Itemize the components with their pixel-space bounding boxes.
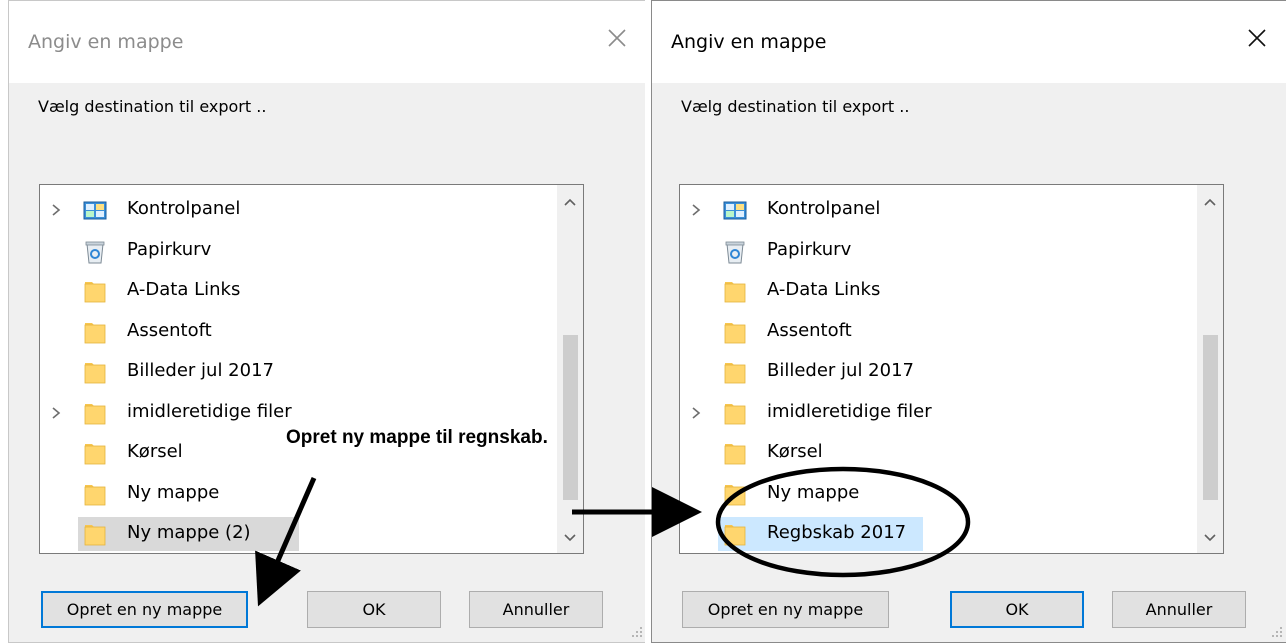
folder-icon <box>722 279 748 305</box>
tree-item-label: Regbskab 2017 <box>767 522 907 543</box>
tree-item-label: A-Data Links <box>767 279 881 300</box>
annotation-text: Opret ny mappe til regnskab. <box>286 427 548 448</box>
tree-item[interactable]: Kontrolpanel <box>40 190 557 231</box>
tree-item-label: Kørsel <box>127 441 183 462</box>
scroll-up-icon[interactable] <box>564 197 576 207</box>
resize-grip-icon[interactable] <box>629 624 643 638</box>
tree-item-label: imidleretidige filer <box>767 400 932 422</box>
tree-item-label: Kørsel <box>767 441 823 462</box>
ok-button[interactable]: OK <box>307 591 441 628</box>
ok-button[interactable]: OK <box>950 591 1084 628</box>
scrollbar-thumb[interactable] <box>563 335 578 500</box>
chevron-right-icon[interactable] <box>690 406 702 420</box>
tree-item-label: Assentoft <box>767 319 852 341</box>
tree-item-label: Ny mappe <box>127 481 220 503</box>
scroll-down-icon[interactable] <box>564 533 576 543</box>
tree-item[interactable]: Ny mappe <box>40 474 557 515</box>
tree-item-label: Papirkurv <box>767 238 852 260</box>
folder-tree[interactable]: Kontrolpanel Papirkurv A-Data Links Assento… <box>679 184 1224 554</box>
tree-item-label: Kontrolpanel <box>767 198 881 219</box>
folder-icon <box>82 320 108 346</box>
tree-item[interactable]: Ny mappe (2) <box>40 514 557 553</box>
tree-item[interactable]: Billeder jul 2017 <box>40 352 557 393</box>
vertical-scrollbar[interactable] <box>1197 185 1223 553</box>
folder-icon <box>722 482 748 508</box>
tree-item[interactable]: Papirkurv <box>40 231 557 272</box>
cancel-button[interactable]: Annuller <box>469 591 603 628</box>
vertical-scrollbar[interactable] <box>557 185 583 553</box>
tree-item[interactable]: Assentoft <box>40 312 557 353</box>
folder-icon <box>722 360 748 386</box>
scroll-down-icon[interactable] <box>1204 533 1216 543</box>
tree-item[interactable]: imidleretidige filer <box>680 393 1197 434</box>
folder-icon <box>82 522 108 548</box>
chevron-right-icon[interactable] <box>50 406 62 420</box>
title-bar: Angiv en mappe <box>9 1 645 83</box>
close-icon[interactable] <box>1245 26 1269 50</box>
folder-icon <box>82 360 108 386</box>
cancel-button[interactable]: Annuller <box>1112 591 1246 628</box>
folder-dialog-left: Angiv en mappe Vælg destination til expo… <box>8 0 645 643</box>
tree-item-label: Billeder jul 2017 <box>767 360 914 381</box>
folder-icon <box>722 441 748 467</box>
tree-item-label: Ny mappe <box>767 481 860 503</box>
scroll-up-icon[interactable] <box>1204 197 1216 207</box>
tree-item[interactable]: Assentoft <box>680 312 1197 353</box>
folder-tree-list: Kontrolpanel Papirkurv A-Data Links Assento… <box>40 190 557 553</box>
tree-item[interactable]: A-Data Links <box>680 271 1197 312</box>
folder-icon <box>82 401 108 427</box>
dialog-description: Vælg destination til export .. <box>681 97 910 116</box>
scrollbar-thumb[interactable] <box>1203 335 1218 500</box>
tree-item[interactable]: Kontrolpanel <box>680 190 1197 231</box>
recycle-bin-icon <box>722 239 748 265</box>
chevron-right-icon[interactable] <box>50 203 62 217</box>
recycle-bin-icon <box>82 239 108 265</box>
tree-item[interactable]: Ny mappe <box>680 474 1197 515</box>
tree-item-label: Kontrolpanel <box>127 198 241 219</box>
dialog-title: Angiv en mappe <box>28 31 184 53</box>
dialog-description: Vælg destination til export .. <box>38 97 267 116</box>
tree-item[interactable]: A-Data Links <box>40 271 557 312</box>
tree-item-label: Papirkurv <box>127 238 212 260</box>
folder-icon <box>722 401 748 427</box>
new-folder-button[interactable]: Opret en ny mappe <box>682 591 889 628</box>
dialog-title: Angiv en mappe <box>671 31 827 53</box>
folder-icon <box>82 482 108 508</box>
folder-icon <box>82 279 108 305</box>
folder-icon <box>82 441 108 467</box>
folder-tree[interactable]: Kontrolpanel Papirkurv A-Data Links Assento… <box>39 184 584 554</box>
folder-dialog-right: Angiv en mappe Vælg destination til expo… <box>651 0 1286 643</box>
tree-item[interactable]: Billeder jul 2017 <box>680 352 1197 393</box>
tree-item-label: Ny mappe (2) <box>127 522 251 543</box>
control-panel-icon <box>722 198 748 224</box>
folder-icon <box>722 522 748 548</box>
new-folder-button[interactable]: Opret en ny mappe <box>41 591 248 628</box>
close-icon[interactable] <box>605 26 629 50</box>
control-panel-icon <box>82 198 108 224</box>
folder-tree-list: Kontrolpanel Papirkurv A-Data Links Assento… <box>680 190 1197 553</box>
tree-item-label: A-Data Links <box>127 279 241 300</box>
title-bar: Angiv en mappe <box>652 1 1286 83</box>
tree-item-label: Assentoft <box>127 319 212 341</box>
chevron-right-icon[interactable] <box>690 203 702 217</box>
resize-grip-icon[interactable] <box>1269 624 1283 638</box>
tree-item[interactable]: Regbskab 2017 <box>680 514 1197 553</box>
tree-item-label: imidleretidige filer <box>127 400 292 422</box>
tree-item-label: Billeder jul 2017 <box>127 360 274 381</box>
tree-item[interactable]: Kørsel <box>680 433 1197 474</box>
tree-item[interactable]: Papirkurv <box>680 231 1197 272</box>
folder-icon <box>722 320 748 346</box>
